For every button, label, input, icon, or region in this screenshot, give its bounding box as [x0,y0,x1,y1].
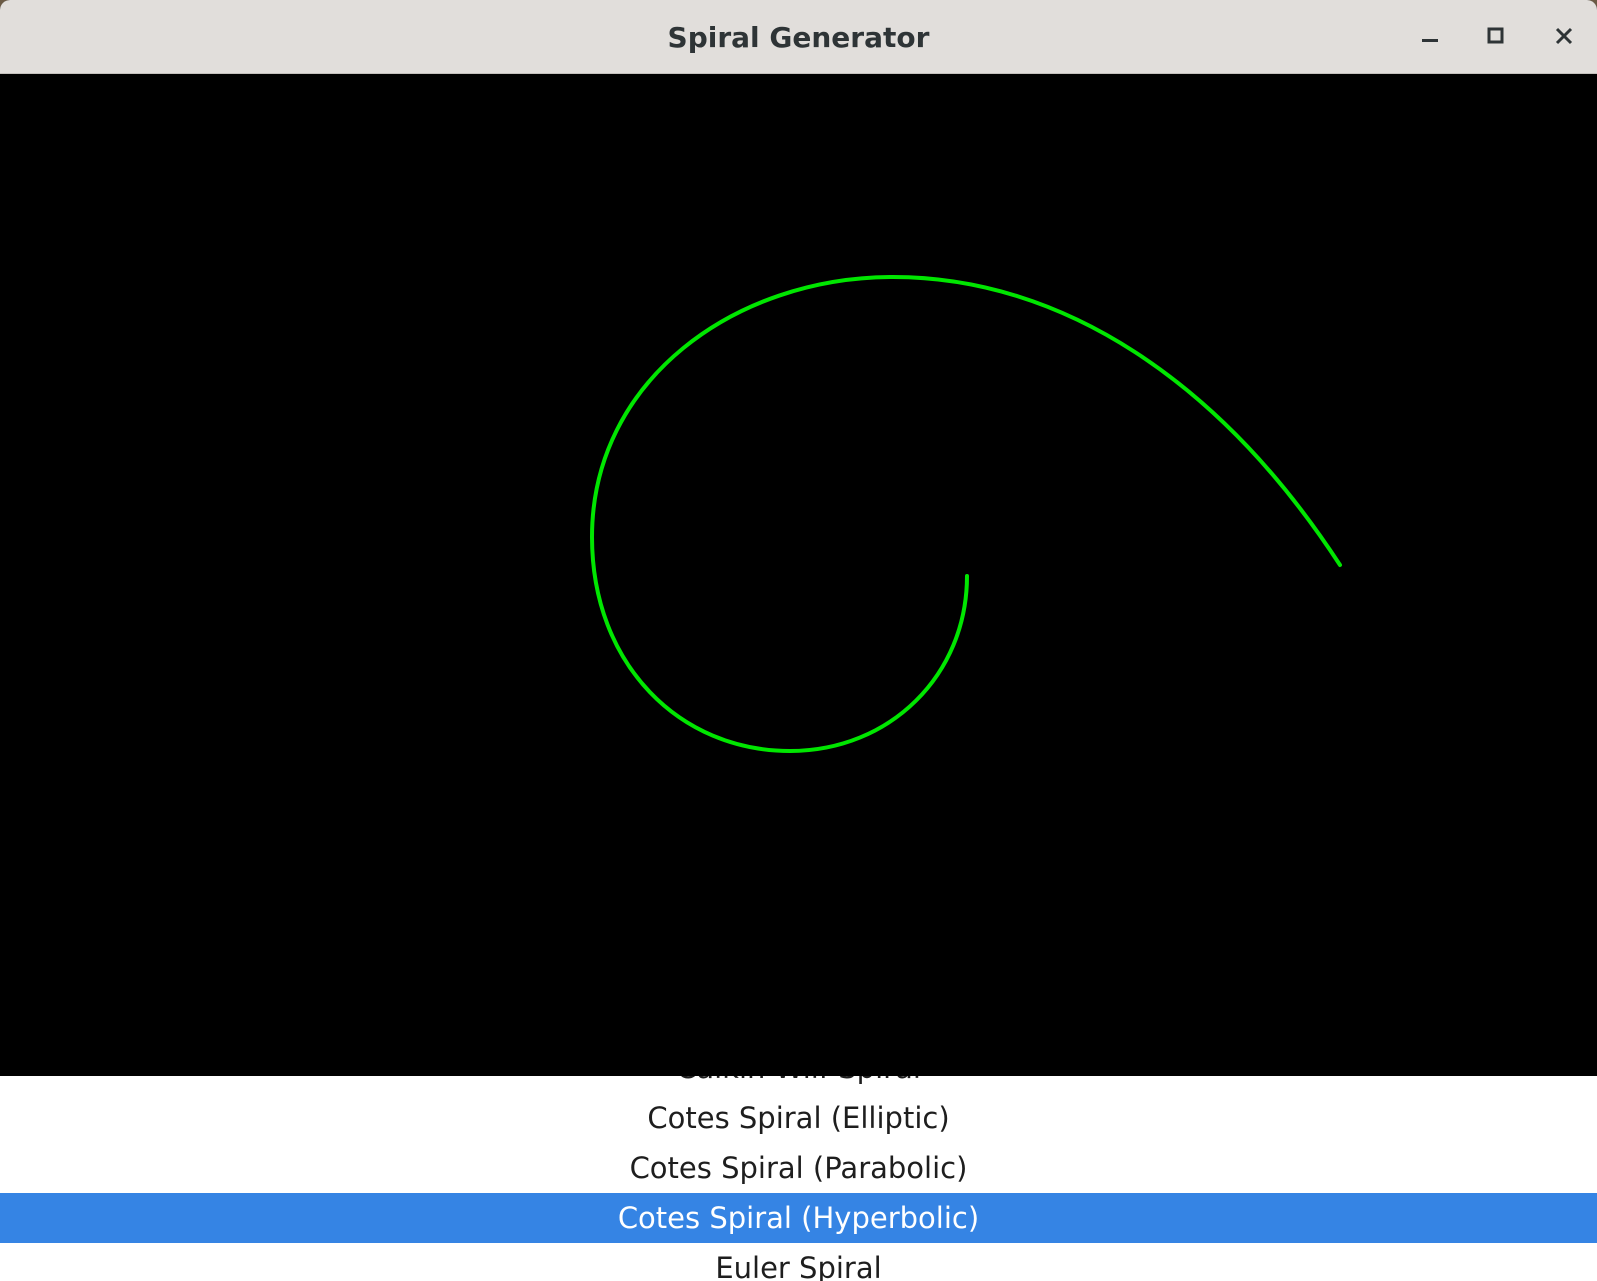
list-item[interactable]: Cotes Spiral (Parabolic) [0,1143,1597,1193]
title-bar[interactable]: Spiral Generator [0,0,1597,74]
app-window: Spiral Generator Calkin-Wilf SpiralCotes… [0,0,1597,1281]
spiral-type-list[interactable]: Calkin-Wilf SpiralCotes Spiral (Elliptic… [0,1076,1597,1281]
close-icon [1555,27,1573,45]
maximize-icon [1487,27,1504,44]
list-item[interactable]: Calkin-Wilf Spiral [0,1076,1597,1093]
spiral-canvas [0,75,1597,1076]
maximize-button[interactable] [1474,14,1518,58]
list-item[interactable]: Cotes Spiral (Elliptic) [0,1093,1597,1143]
spiral-curve [589,274,1342,754]
window-title: Spiral Generator [667,21,930,54]
spiral-drawing [589,274,1342,754]
spiral-type-list-items: Calkin-Wilf SpiralCotes Spiral (Elliptic… [0,1076,1597,1281]
minimize-button[interactable] [1408,14,1452,58]
minimize-icon [1422,39,1438,42]
list-item-selected[interactable]: Cotes Spiral (Hyperbolic) [0,1193,1597,1243]
close-button[interactable] [1542,14,1586,58]
list-item[interactable]: Euler Spiral [0,1243,1597,1281]
